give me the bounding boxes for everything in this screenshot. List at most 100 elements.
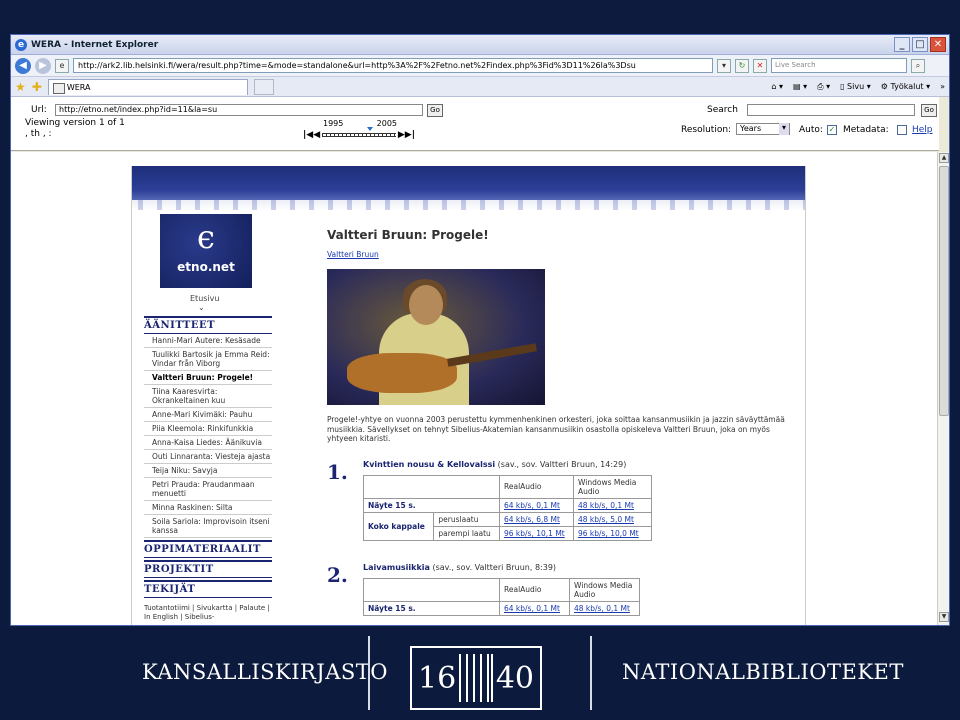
nav-footer-links[interactable]: Tuotantotiimi | Sivukartta | Palaute | I… [144,604,272,622]
nav-section-tekijat[interactable]: TEKIJÄT [144,580,272,598]
col-wma: Windows Media Audio [573,474,652,499]
version-text: Viewing version 1 of 1 [25,118,125,128]
home-icon[interactable]: ⌂ ▾ [771,82,783,91]
vertical-scrollbar[interactable]: ▲ ▼ [937,152,949,625]
nav-item[interactable]: Tiina Kaaresvirta: Okrankeltainen kuu [144,385,272,408]
download-link[interactable]: 48 kb/s, 5,0 Mt [573,511,652,527]
live-search-input[interactable]: Live Search [771,58,907,73]
close-button[interactable]: ✕ [930,37,946,52]
nav-item[interactable]: Anna-Kaisa Liedes: Äänikuvia [144,436,272,450]
slide-top-band [0,0,960,32]
nav-item[interactable]: Outi Linnaranta: Viesteja ajasta [144,450,272,464]
address-bar: ◀ ▶ e http://ark2.lib.helsinki.fi/wera/r… [11,55,949,77]
nav-item[interactable]: Hanni-Mari Autere: Kesäsade [144,334,272,348]
page-menu[interactable]: ▯ Sivu ▾ [840,82,871,91]
search-go-button[interactable]: Go [921,104,937,117]
nav-item[interactable]: Teija Niku: Savyja [144,464,272,478]
footer-divider [590,636,592,710]
window-controls: _ □ ✕ [894,37,946,52]
search-icon[interactable]: ⌕ [911,58,925,73]
feeds-icon[interactable]: ▤ ▾ [793,82,807,91]
track-title: Laivamusiikkia (sav., sov. Valtteri Bruu… [363,562,557,572]
stop-icon[interactable]: ✕ [753,58,767,73]
address-dropdown-icon[interactable]: ▾ [717,58,731,73]
timeline-first-icon[interactable]: |◀◀ [303,130,320,140]
download-link[interactable]: 48 kb/s, 0,1 Mt [569,600,640,616]
browser-window: e WERA - Internet Explorer _ □ ✕ ◀ ▶ e h… [10,34,950,626]
back-button[interactable]: ◀ [15,57,31,74]
metadata-checkbox[interactable] [897,125,907,135]
track-title: Kvinttien nousu & Kellovalssi (sav., sov… [363,459,627,469]
nav-section-aanitteet[interactable]: ÄÄNITTEET [144,316,272,334]
title-bar: e WERA - Internet Explorer _ □ ✕ [11,35,949,55]
forward-button[interactable]: ▶ [35,57,51,74]
nav-item[interactable]: Tuulikki Bartosik ja Emma Reid: Vindar f… [144,348,272,371]
author-link[interactable]: Valtteri Bruun [327,250,797,259]
wera-url-input[interactable]: http://etno.net/index.php?id=11&la=su [55,104,423,116]
nav-item[interactable]: Anne-Mari Kivimäki: Pauhu [144,408,272,422]
download-link[interactable]: 64 kb/s, 6,8 Mt [499,511,574,527]
track-number: 1. [327,459,348,484]
maximize-button[interactable]: □ [912,37,928,52]
tools-menu[interactable]: ⚙ Työkalut ▾ [881,82,930,91]
chevron-more-icon[interactable]: » [940,82,945,91]
col-realaudio: RealAudio [499,577,570,602]
tab-wera[interactable]: WERA [47,78,248,95]
download-link[interactable]: 64 kb/s, 0,1 Mt [499,497,574,513]
main-content: Valtteri Bruun: Progele! Valtteri Bruun … [327,228,797,616]
nav-section-projektit[interactable]: PROJEKTIT [144,560,272,578]
full-track-label: Koko kappale [362,511,435,541]
wera-toolbar: Url: http://etno.net/index.php?id=11&la=… [11,97,939,151]
timeline[interactable]: 1995 2005 |◀◀ ▶▶| [303,119,415,145]
refresh-icon[interactable]: ↻ [735,58,749,73]
sample-label: Näyte 15 s. [363,600,500,616]
nav-item[interactable]: Piia Kleemola: Rinkifunkkia [144,422,272,436]
page-viewport: ϵ etno.net Etusivu ⌄ ÄÄNITTEET Hanni-Mari… [11,152,937,625]
address-input[interactable]: http://ark2.lib.helsinki.fi/wera/result.… [73,58,713,73]
nav-item-active[interactable]: Valtteri Bruun: Progele! [144,371,272,385]
new-tab-button[interactable] [253,78,274,95]
nav-item[interactable]: Petri Prauda: Praudanmaan menuetti [144,478,272,501]
quality-label: peruslaatu [433,511,500,527]
nav-item[interactable]: Minna Raskinen: Silta [144,501,272,515]
resolution-label: Resolution: [681,125,732,135]
download-link[interactable]: 96 kb/s, 10,0 Mt [573,525,652,541]
etno-logo[interactable]: ϵ etno.net [160,214,252,288]
download-link[interactable]: 48 kb/s, 0,1 Mt [573,497,652,513]
scroll-thumb[interactable] [939,166,949,416]
add-favorite-icon[interactable]: ✚ [32,80,42,94]
etusivu-link[interactable]: Etusivu ⌄ [190,294,219,312]
track-1: 1. Kvinttien nousu & Kellovalssi (sav., … [327,460,797,541]
description-text: Progele!-yhtye on vuonna 2003 perustettu… [327,415,785,443]
minimize-button[interactable]: _ [894,37,910,52]
ie-logo-icon: e [15,38,27,51]
quality-label: parempi laatu [433,525,500,541]
page-icon: e [55,58,69,73]
scroll-down-icon[interactable]: ▼ [939,612,949,622]
timeline-track[interactable] [322,133,396,137]
favorites-star-icon[interactable]: ★ [15,80,26,94]
timeline-last-icon[interactable]: ▶▶| [398,130,415,140]
print-icon[interactable]: ⎙ ▾ [817,82,830,92]
nav-item[interactable]: Soila Sariola: Improvisoin itseni kanssa [144,515,272,538]
nav-section-oppimateriaalit[interactable]: OPPIMATERIAALIT [144,540,272,558]
sample-label: Näyte 15 s. [363,497,500,513]
search-label: Search [707,105,738,115]
version-subtext: , th , : [25,129,52,139]
wera-search-input[interactable] [747,104,915,116]
site-banner [132,166,805,210]
tab-bar: ★ ✚ WERA ⌂ ▾ ▤ ▾ ⎙ ▾ ▯ Sivu ▾ ⚙ Työkalut… [11,77,949,97]
footer-left-text: KANSALLISKIRJASTO [142,660,388,684]
scroll-up-icon[interactable]: ▲ [939,153,949,163]
command-bar: ⌂ ▾ ▤ ▾ ⎙ ▾ ▯ Sivu ▾ ⚙ Työkalut ▾ » [771,82,945,92]
download-link[interactable]: 64 kb/s, 0,1 Mt [499,600,570,616]
help-link[interactable]: Help [912,125,933,135]
auto-checkbox[interactable]: ✓ [827,125,837,135]
download-link[interactable]: 96 kb/s, 10,1 Mt [499,525,574,541]
library-crest-logo: 16 40 [410,646,542,710]
url-label: Url: [31,105,47,115]
track-2: 2. Laivamusiikkia (sav., sov. Valtteri B… [327,563,797,616]
page-title: Valtteri Bruun: Progele! [327,228,489,242]
url-go-button[interactable]: Go [427,104,443,117]
resolution-select[interactable]: Years [736,123,790,135]
